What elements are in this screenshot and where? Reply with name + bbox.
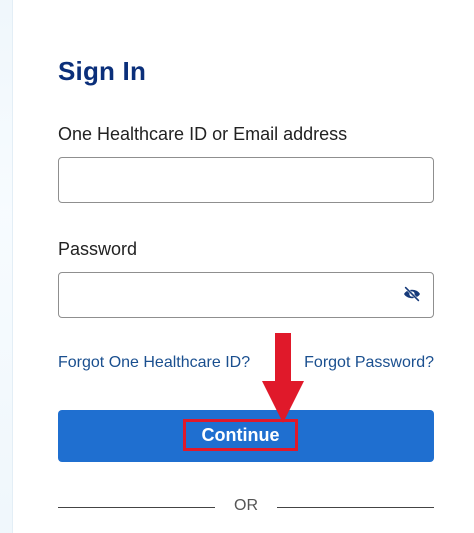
divider-line-left — [58, 507, 215, 508]
toggle-password-visibility-button[interactable] — [401, 285, 423, 307]
or-divider: OR — [58, 497, 434, 517]
page-title: Sign In — [58, 56, 147, 86]
sign-in-card: Sign In One Healthcare ID or Email addre… — [0, 0, 474, 533]
divider-line-right — [277, 507, 434, 508]
password-label: Password — [58, 239, 138, 259]
eye-slash-icon — [402, 285, 422, 307]
user-id-input[interactable] — [59, 158, 433, 202]
password-input[interactable] — [59, 273, 433, 317]
forgot-links-row: Forgot One Healthcare ID? Forgot Passwor… — [58, 354, 434, 374]
password-field — [58, 272, 434, 318]
user-id-label: One Healthcare ID or Email address — [58, 124, 348, 144]
or-text: OR — [234, 497, 258, 514]
continue-highlight-box: Continue — [183, 419, 298, 451]
forgot-password-link[interactable]: Forgot Password? — [304, 354, 434, 372]
forgot-id-link[interactable]: Forgot One Healthcare ID? — [58, 354, 250, 372]
continue-button[interactable]: Continue — [58, 410, 434, 462]
user-id-field — [58, 157, 434, 203]
continue-label: Continue — [201, 424, 280, 445]
